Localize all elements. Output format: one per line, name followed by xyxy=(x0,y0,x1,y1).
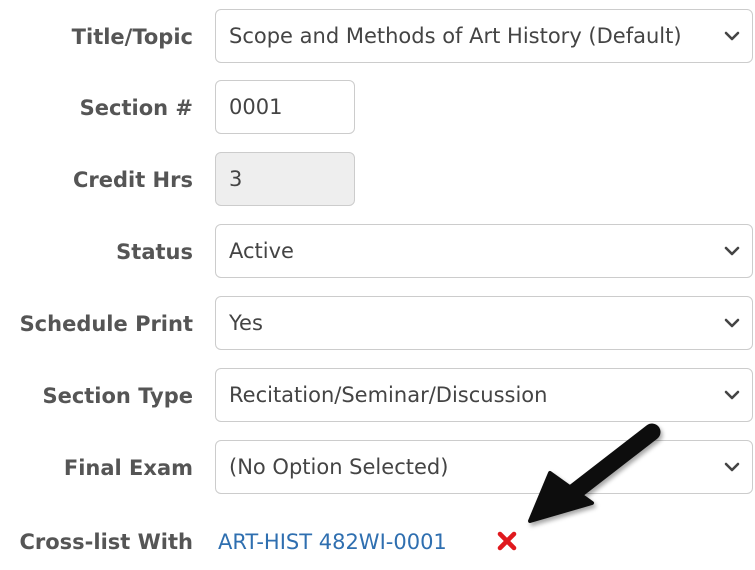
section-number-row: Section # 0001 xyxy=(0,80,755,136)
credit-hrs-label: Credit Hrs xyxy=(72,168,193,192)
status-row: Status Active xyxy=(0,224,755,280)
annotation-arrow-icon xyxy=(528,423,661,523)
schedule-print-row: Schedule Print Yes xyxy=(0,296,755,352)
status-value: Active xyxy=(229,239,294,263)
chevron-down-icon xyxy=(724,31,740,41)
final-exam-select[interactable]: (No Option Selected) xyxy=(215,440,753,494)
chevron-down-icon xyxy=(724,390,740,400)
status-select[interactable]: Active xyxy=(215,224,753,278)
section-type-value: Recitation/Seminar/Discussion xyxy=(229,383,548,407)
title-topic-select[interactable]: Scope and Methods of Art History (Defaul… xyxy=(215,9,753,63)
status-label: Status xyxy=(116,240,193,264)
credit-hrs-row: Credit Hrs 3 xyxy=(0,152,755,208)
title-topic-value: Scope and Methods of Art History (Defaul… xyxy=(229,24,682,48)
remove-x-icon[interactable] xyxy=(496,530,518,552)
section-number-input[interactable]: 0001 xyxy=(215,80,355,134)
credit-hrs-input: 3 xyxy=(215,152,355,206)
chevron-down-icon xyxy=(724,462,740,472)
chevron-down-icon xyxy=(724,246,740,256)
cross-list-label: Cross-list With xyxy=(19,530,193,554)
section-number-label: Section # xyxy=(79,96,193,120)
cross-list-link[interactable]: ART-HIST 482WI-0001 xyxy=(218,514,447,570)
title-topic-label: Title/Topic xyxy=(71,25,193,49)
schedule-print-value: Yes xyxy=(229,311,263,335)
section-type-select[interactable]: Recitation/Seminar/Discussion xyxy=(215,368,753,422)
chevron-down-icon xyxy=(724,318,740,328)
credit-hrs-value: 3 xyxy=(229,167,243,191)
schedule-print-select[interactable]: Yes xyxy=(215,296,753,350)
schedule-print-label: Schedule Print xyxy=(19,312,193,336)
section-type-label: Section Type xyxy=(42,384,193,408)
final-exam-label: Final Exam xyxy=(63,456,193,480)
title-topic-row: Title/Topic Scope and Methods of Art His… xyxy=(0,9,755,65)
section-number-value: 0001 xyxy=(229,95,283,119)
